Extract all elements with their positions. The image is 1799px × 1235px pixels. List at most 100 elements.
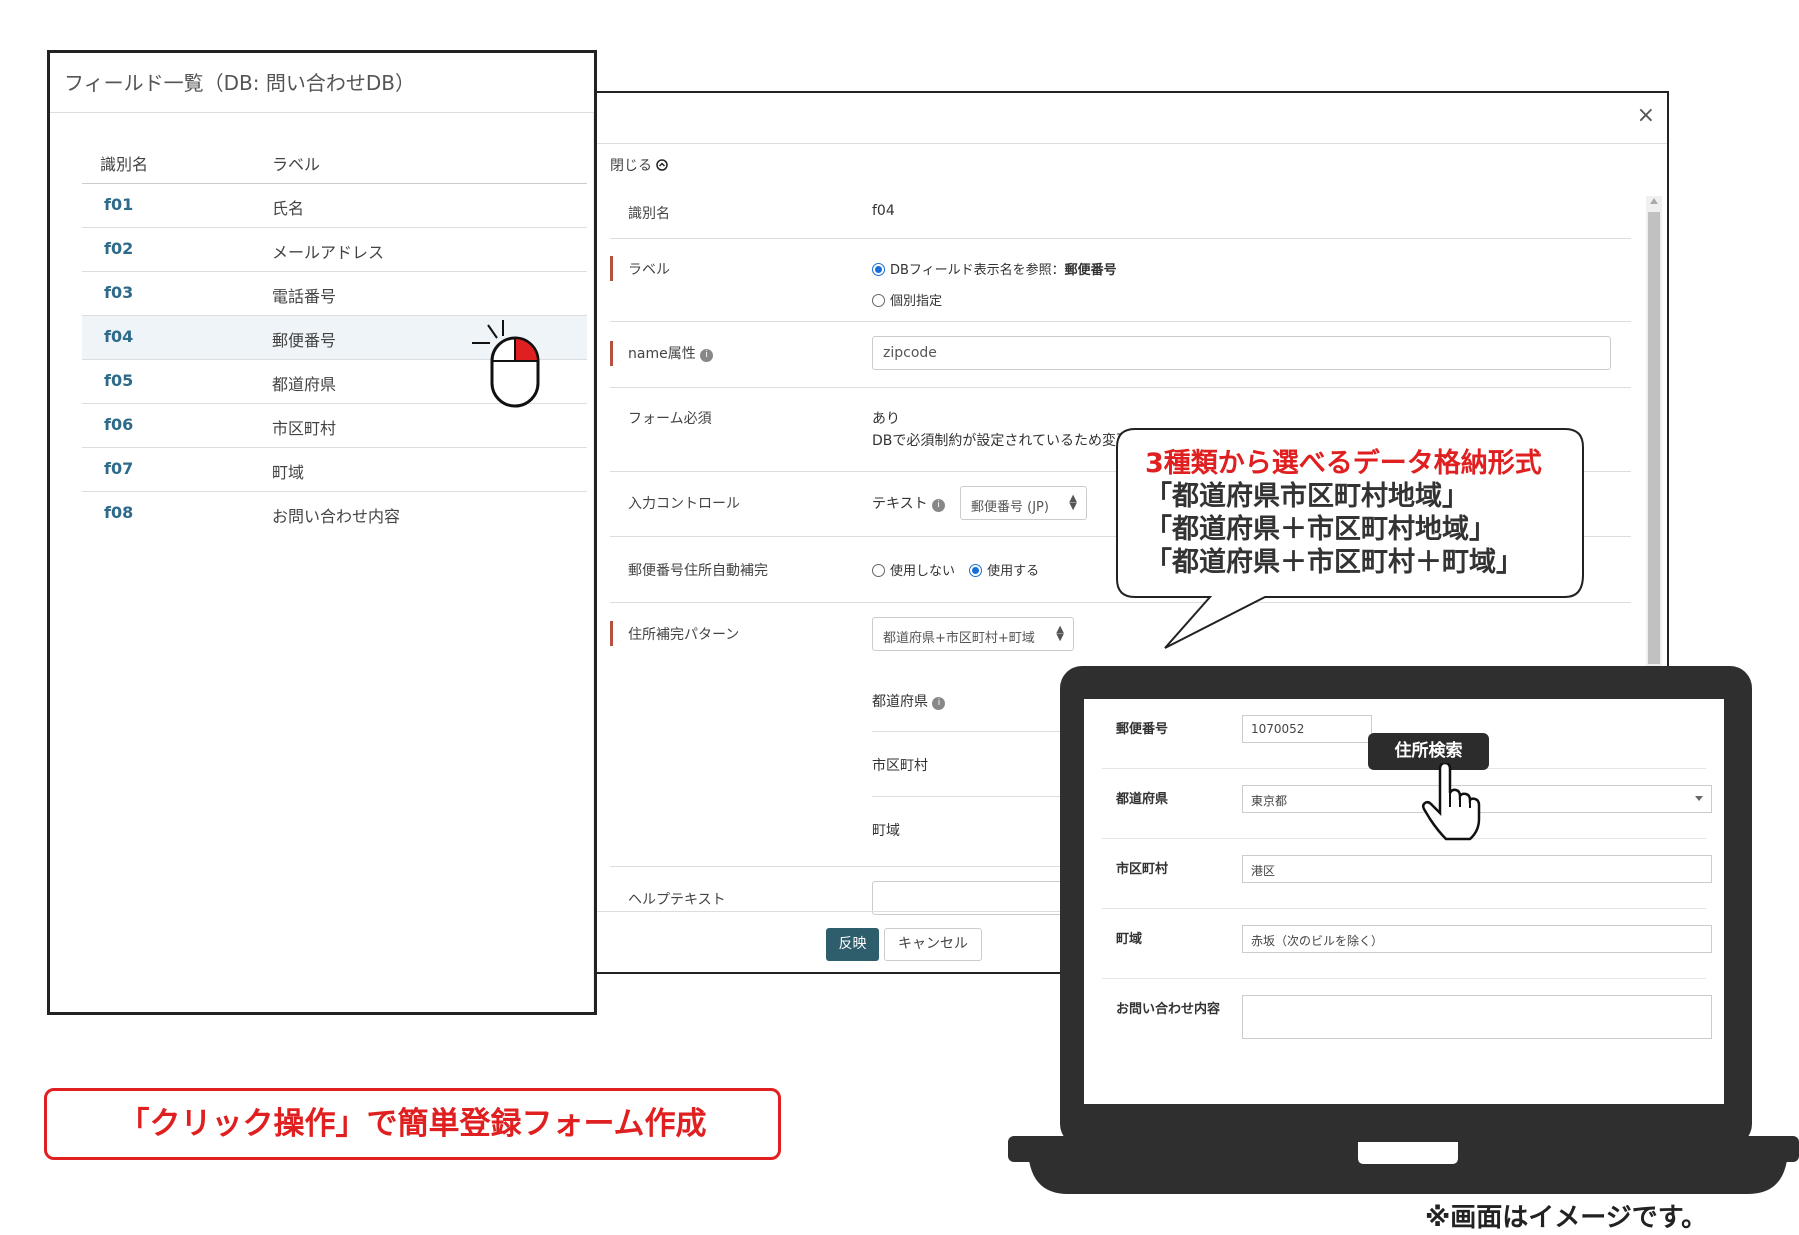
radio-autocomplete-on[interactable] — [969, 564, 983, 577]
collapse-toggle[interactable]: 閉じる — [610, 155, 669, 175]
prefecture-value: 東京都 — [1251, 794, 1288, 808]
headline-banner: 「クリック操作」で簡単登録フォーム作成 — [44, 1088, 781, 1160]
city-label: 市区町村 — [1116, 862, 1169, 877]
row-label: ラベル DBフィールド表示名を参照：郵便番号 個別指定 — [610, 239, 1631, 322]
field-list-title: フィールド一覧（DB: 問い合わせDB） — [64, 71, 415, 95]
option-ref-value: 郵便番号 — [1064, 263, 1117, 278]
close-icon[interactable]: × — [1637, 103, 1655, 128]
required-marker — [610, 341, 613, 366]
callout-title: 3種類から選べるデータ格納形式 — [1145, 448, 1542, 479]
collapse-up-icon — [656, 159, 669, 171]
required-label: フォーム必須 — [628, 411, 712, 427]
title-divider — [50, 112, 594, 113]
town-label: 町域 — [1116, 932, 1143, 947]
autocomplete-label: 郵便番号住所自動補完 — [628, 563, 768, 579]
cancel-button[interactable]: キャンセル — [884, 928, 982, 961]
name-attr-label: name属性 i — [628, 343, 714, 363]
form-row-city: 市区町村 港区 — [1102, 839, 1712, 909]
chevron-down-icon — [1695, 796, 1703, 801]
input-control-type: テキスト i — [872, 493, 946, 513]
autocomplete-options: 使用しない 使用する — [872, 560, 1039, 579]
form-row-prefecture: 都道府県 東京都 — [1102, 769, 1712, 839]
info-icon[interactable]: i — [700, 349, 714, 362]
label-option-custom[interactable]: 個別指定 — [872, 290, 942, 309]
column-header-label: ラベル — [272, 155, 321, 174]
label-option-ref[interactable]: DBフィールド表示名を参照：郵便番号 — [872, 259, 1117, 278]
field-id[interactable]: f04 — [104, 327, 133, 346]
radio-ref-selected[interactable] — [872, 263, 885, 276]
scroll-up-icon[interactable] — [1650, 198, 1658, 204]
row-identifier: 識別名 f04 — [610, 189, 1631, 239]
row-name-attr: name属性 i zipcode — [610, 322, 1631, 388]
table-row[interactable]: f07 町域 — [82, 448, 587, 492]
input-control-select[interactable]: 郵便番号 (JP) ▲ ▼ — [960, 486, 1087, 520]
table-row[interactable]: f02 メールアドレス — [82, 228, 587, 272]
pattern-sub-city: 市区町村 — [872, 758, 928, 774]
input-control-type-text: テキスト — [872, 496, 928, 512]
form-row-town: 町域 赤坂（次のビルを除く） — [1102, 909, 1712, 979]
inquiry-label: お問い合わせ内容 — [1116, 1002, 1221, 1017]
required-value: あり — [872, 411, 900, 427]
callout-line-3: 「都道府県＋市区町村＋町域」 — [1145, 547, 1523, 578]
field-id[interactable]: f02 — [104, 239, 133, 258]
field-label: 氏名 — [272, 199, 305, 218]
pattern-sub-prefecture: 都道府県 i — [872, 691, 946, 711]
panel-divider — [593, 113, 594, 1012]
mouse-click-icon — [472, 320, 540, 408]
sort-arrows-icon: ▲ ▼ — [1069, 493, 1077, 512]
form-row-inquiry: お問い合わせ内容 — [1102, 979, 1712, 1069]
label-label: ラベル — [628, 262, 670, 278]
autocomplete-on-text: 使用する — [987, 564, 1040, 579]
field-id[interactable]: f07 — [104, 459, 133, 478]
sort-arrows-icon: ▲ ▼ — [1056, 624, 1064, 643]
callout-text: 3種類から選べるデータ格納形式 「都道府県市区町村地域」 「都道府県＋市区町村地… — [1145, 447, 1542, 579]
inquiry-textarea[interactable] — [1242, 995, 1712, 1039]
table-header: 識別名 ラベル — [82, 147, 587, 184]
field-id[interactable]: f06 — [104, 415, 133, 434]
pattern-label: 住所補完パターン — [628, 627, 740, 643]
required-marker — [610, 621, 613, 646]
sub-prefecture-text: 都道府県 — [872, 694, 928, 710]
field-id[interactable]: f05 — [104, 371, 133, 390]
field-label: 市区町村 — [272, 419, 337, 438]
field-list-panel: フィールド一覧（DB: 問い合わせDB） 識別名 ラベル f01 氏名 f02 メー… — [47, 50, 597, 1015]
field-label: 町域 — [272, 463, 305, 482]
city-input[interactable]: 港区 — [1242, 855, 1712, 883]
image-note: ※画面はイメージです。 — [1425, 1203, 1708, 1233]
pointing-hand-icon — [1421, 763, 1481, 841]
scroll-thumb[interactable] — [1648, 212, 1660, 664]
required-marker — [610, 256, 613, 281]
table-row[interactable]: f01 氏名 — [82, 184, 587, 228]
input-control-label: 入力コントロール — [628, 496, 740, 512]
prefecture-label: 都道府県 — [1116, 792, 1169, 807]
table-row[interactable]: f08 お問い合わせ内容 — [82, 492, 587, 536]
zip-input[interactable]: 1070052 — [1242, 715, 1372, 743]
pattern-select[interactable]: 都道府県+市区町村+町域 ▲ ▼ — [872, 617, 1074, 651]
callout-line-1: 「都道府県市区町村地域」 — [1145, 481, 1469, 512]
field-label: 郵便番号 — [272, 331, 337, 350]
field-label: お問い合わせ内容 — [272, 507, 401, 526]
autocomplete-off-text: 使用しない — [890, 564, 956, 579]
field-id[interactable]: f08 — [104, 503, 133, 522]
radio-autocomplete-off[interactable] — [872, 564, 885, 577]
field-id[interactable]: f03 — [104, 283, 133, 302]
radio-custom[interactable] — [872, 294, 885, 307]
callout-line-2: 「都道府県＋市区町村地域」 — [1145, 514, 1496, 545]
town-input[interactable]: 赤坂（次のビルを除く） — [1242, 925, 1712, 953]
pattern-sub-town: 町域 — [872, 823, 900, 839]
field-id[interactable]: f01 — [104, 195, 133, 214]
info-icon[interactable]: i — [932, 697, 946, 710]
option-custom-text: 個別指定 — [890, 294, 943, 309]
modal-header-divider — [590, 143, 1667, 144]
name-attr-input[interactable]: zipcode — [872, 336, 1611, 370]
info-icon[interactable]: i — [932, 499, 946, 512]
field-label: 電話番号 — [272, 287, 337, 306]
collapse-label: 閉じる — [610, 158, 652, 174]
table-row[interactable]: f03 電話番号 — [82, 272, 587, 316]
apply-button[interactable]: 反映 — [826, 928, 879, 961]
input-control-select-value: 郵便番号 (JP) — [971, 500, 1049, 515]
identifier-label: 識別名 — [628, 206, 670, 222]
required-note: DBで必須制約が設定されているため変更 — [872, 433, 1130, 449]
option-ref-text: DBフィールド表示名を参照： — [890, 263, 1065, 278]
column-header-id: 識別名 — [100, 155, 149, 174]
